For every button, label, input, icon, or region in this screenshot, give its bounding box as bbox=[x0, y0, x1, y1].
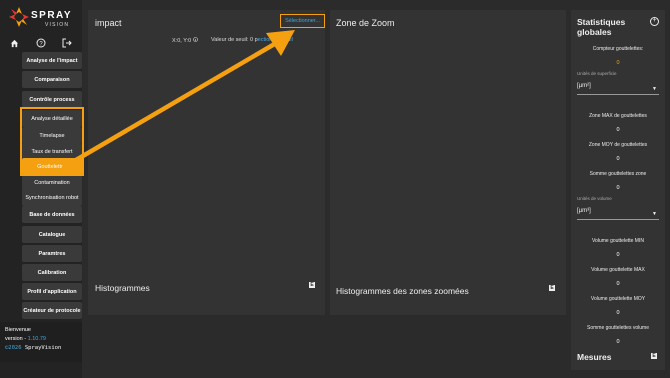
logo-text-vision: VISION bbox=[45, 22, 70, 28]
sidebar: SPRAY VISION ? Analyse de l'impact Compa… bbox=[0, 0, 82, 378]
impact-panel: impact Sélectionner... X:0, Y:0 Valeur d… bbox=[88, 10, 325, 315]
zoom-histogram-title: Histogrammes des zones zoomées bbox=[336, 286, 469, 296]
nav-controle-process[interactable]: Contrôle process bbox=[22, 91, 82, 108]
zoom-export-icon[interactable]: E bbox=[549, 285, 555, 291]
stats-panel: Statistiques globales + Compteur gouttel… bbox=[571, 10, 665, 370]
nav-synchronisation-robot[interactable]: Synchronisation robot bbox=[22, 189, 82, 206]
vol-min-label: Volume gouttelette MIN bbox=[592, 238, 644, 244]
threshold-label: Valeur de seuil: 0 p bbox=[211, 37, 258, 43]
export-icon[interactable]: E bbox=[309, 282, 315, 288]
nav-calibration[interactable]: Calibration bbox=[22, 264, 82, 281]
threshold-select-link[interactable]: ection du seuil bbox=[258, 37, 293, 43]
volume-unit-value: [µm³] bbox=[577, 208, 591, 214]
copyright-line: ©2026 SprayVision bbox=[5, 344, 77, 353]
coords-text: X:0, Y:0 bbox=[172, 38, 192, 44]
histogram-title: Histogrammes bbox=[95, 283, 150, 293]
volume-unit-select[interactable]: [µm³] ▼ bbox=[577, 208, 659, 220]
vol-max-label: Volume gouttelette MAX bbox=[591, 267, 645, 273]
version-line: version - 1.10.79 bbox=[5, 335, 77, 344]
top-icons: ? bbox=[0, 36, 82, 50]
version-value: 1.10.79 bbox=[27, 336, 46, 342]
mesures-export-icon[interactable]: E bbox=[651, 353, 657, 359]
nav-base-donnees[interactable]: Base de données bbox=[22, 206, 82, 223]
vol-max-value: 0 bbox=[616, 281, 620, 287]
zone-max-label: Zone MAX de gouttelettes bbox=[589, 113, 647, 119]
volume-unit-label: Unités de volume bbox=[577, 196, 612, 201]
welcome-greeting: Bienvenue bbox=[5, 327, 31, 333]
nav-profil-application[interactable]: Profil d'application bbox=[22, 283, 82, 300]
mesures-title: Mesures bbox=[577, 352, 612, 362]
surface-unit-select[interactable]: [µm²] ▼ bbox=[577, 83, 659, 95]
nav-analyse-impact[interactable]: Analyse de l'impact bbox=[22, 52, 82, 69]
version-label: version - bbox=[5, 336, 28, 342]
stats-title: Statistiques globales bbox=[577, 17, 625, 37]
stats-title-line2: globales bbox=[577, 27, 612, 37]
help-icon[interactable]: ? bbox=[34, 36, 48, 50]
zoom-title: Zone de Zoom bbox=[336, 18, 395, 28]
app-logo: SPRAY VISION bbox=[8, 6, 78, 30]
home-icon[interactable] bbox=[7, 36, 21, 50]
zone-moy-value: 0 bbox=[616, 156, 620, 162]
somme-zone-label: Somme gouttelettes zone bbox=[589, 171, 647, 177]
surface-unit-value: [µm²] bbox=[577, 83, 591, 89]
impact-title: impact bbox=[95, 18, 122, 28]
vol-moy-label: Volume gouttelette MOY bbox=[590, 296, 646, 302]
logout-icon[interactable] bbox=[60, 36, 74, 50]
zone-moy-label: Zone MOY de gouttelettes bbox=[588, 142, 648, 148]
copyright-name: SprayVision bbox=[21, 345, 62, 351]
somme-vol-value: 0 bbox=[616, 339, 620, 345]
info-icon bbox=[192, 37, 198, 42]
copyright-symbol: ©2026 bbox=[5, 345, 22, 351]
nav-parametres[interactable]: Paramtres bbox=[22, 245, 82, 262]
dropdown-arrow-icon: ▼ bbox=[652, 211, 657, 217]
welcome-box: Bienvenue version - 1.10.79 ©2026 SprayV… bbox=[0, 322, 82, 362]
vol-moy-value: 0 bbox=[616, 310, 620, 316]
compteur-value: 0 bbox=[616, 60, 620, 66]
nav-comparaison[interactable]: Comparaison bbox=[22, 71, 82, 88]
zone-max-value: 0 bbox=[616, 127, 620, 133]
select-button[interactable]: Sélectionner... bbox=[280, 14, 325, 28]
somme-zone-value: 0 bbox=[616, 185, 620, 191]
compteur-label: Compteur gouttelettes: bbox=[592, 46, 644, 52]
dropdown-arrow-icon: ▼ bbox=[652, 86, 657, 92]
threshold-info: Valeur de seuil: 0 pection du seuil bbox=[211, 37, 293, 43]
highlight-submenu bbox=[20, 107, 84, 176]
add-circle-icon[interactable]: + bbox=[650, 17, 659, 26]
vol-min-value: 0 bbox=[616, 252, 620, 258]
logo-mark-icon bbox=[9, 7, 29, 27]
nav-createur-protocole[interactable]: Créateur de protocole bbox=[22, 302, 82, 319]
nav-catalogue[interactable]: Catalogue bbox=[22, 226, 82, 243]
stats-title-line1: Statistiques bbox=[577, 17, 626, 27]
impact-coords: X:0, Y:0 bbox=[172, 37, 198, 44]
logo-text-spray: SPRAY bbox=[31, 10, 73, 21]
surface-unit-label: Unités de superficie bbox=[577, 71, 617, 76]
zoom-panel: Zone de Zoom Histogrammes des zones zoom… bbox=[330, 10, 566, 315]
somme-vol-label: Somme gouttelettes volume bbox=[587, 325, 649, 331]
